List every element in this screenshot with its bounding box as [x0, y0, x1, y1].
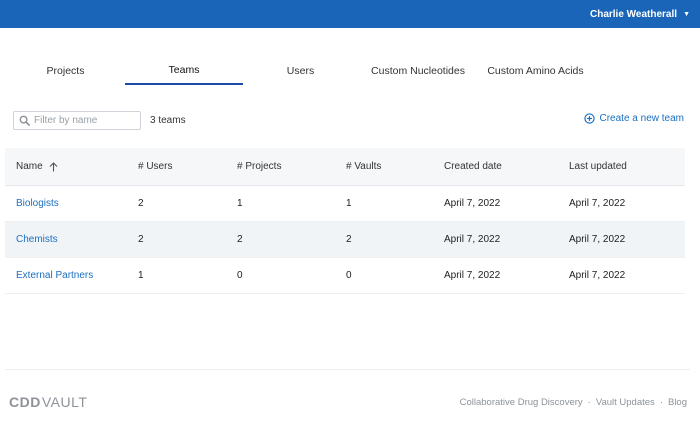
tab-label: Projects [46, 64, 85, 77]
column-header-last-updated[interactable]: Last updated [569, 148, 627, 185]
footer-link-collaborative-drug-discovery[interactable]: Collaborative Drug Discovery [460, 397, 583, 408]
tab-projects[interactable]: Projects [18, 56, 113, 85]
team-count: 3 teams [150, 115, 186, 126]
vaults-count: 0 [346, 270, 352, 281]
tab-custom-amino-acids[interactable]: Custom Amino Acids [478, 56, 593, 85]
cdd-vault-logo: CDD VAULT [9, 394, 87, 410]
footer-link-vault-updates[interactable]: Vault Updates [596, 397, 655, 408]
last-updated: April 7, 2022 [569, 198, 626, 209]
table-row: Biologists 2 1 1 April 7, 2022 April 7, … [5, 186, 685, 222]
logo-vault: VAULT [41, 394, 88, 410]
column-label: Name [16, 161, 43, 172]
team-name-link[interactable]: Biologists [16, 186, 59, 221]
sort-ascending-icon [49, 161, 58, 172]
column-header-users[interactable]: # Users [138, 148, 172, 185]
users-count: 2 [138, 198, 144, 209]
last-updated: April 7, 2022 [569, 234, 626, 245]
user-name: Charlie Weatherall [589, 8, 678, 20]
create-team-label: Create a new team [599, 113, 685, 124]
footer-separator: · [587, 397, 591, 408]
column-header-vaults[interactable]: # Vaults [346, 148, 381, 185]
column-header-projects[interactable]: # Projects [237, 148, 281, 185]
tab-teams[interactable]: Teams [125, 56, 243, 85]
vaults-count: 1 [346, 198, 352, 209]
footer-links: Collaborative Drug Discovery · Vault Upd… [460, 397, 687, 408]
user-menu[interactable]: Charlie Weatherall ▼ [590, 0, 690, 28]
footer-link-blog[interactable]: Blog [668, 397, 687, 408]
users-count: 1 [138, 270, 144, 281]
create-team-button[interactable]: Create a new team [583, 113, 685, 124]
team-name-link[interactable]: Chemists [16, 222, 58, 257]
filter-field[interactable] [13, 111, 141, 130]
vaults-count: 2 [346, 234, 352, 245]
tab-label: Custom Amino Acids [487, 64, 584, 77]
column-header-created-date[interactable]: Created date [444, 148, 502, 185]
users-count: 2 [138, 234, 144, 245]
created-date: April 7, 2022 [444, 270, 501, 281]
add-circle-icon [583, 113, 595, 124]
table-row: Chemists 2 2 2 April 7, 2022 April 7, 20… [5, 222, 685, 258]
tab-label: Users [286, 64, 315, 77]
projects-count: 2 [237, 234, 243, 245]
footer-separator: · [659, 397, 663, 408]
top-bar: Charlie Weatherall ▼ [0, 0, 700, 28]
team-name-link[interactable]: External Partners [16, 258, 93, 293]
tab-label: Teams [168, 63, 200, 76]
created-date: April 7, 2022 [444, 198, 501, 209]
tab-bar: Projects Teams Users Custom Nucleotides … [8, 56, 692, 86]
last-updated: April 7, 2022 [569, 270, 626, 281]
tab-custom-nucleotides[interactable]: Custom Nucleotides [363, 56, 473, 85]
search-icon [19, 115, 30, 126]
column-header-name[interactable]: Name [16, 148, 58, 185]
logo-cdd: CDD [9, 394, 41, 410]
filter-input[interactable] [34, 115, 134, 126]
projects-count: 0 [237, 270, 243, 281]
tab-label: Custom Nucleotides [371, 64, 465, 77]
chevron-down-icon: ▼ [683, 10, 690, 18]
created-date: April 7, 2022 [444, 234, 501, 245]
footer-divider [5, 369, 690, 370]
table-header: Name # Users # Projects # Vaults Created… [5, 148, 685, 186]
tab-users[interactable]: Users [253, 56, 348, 85]
teams-table: Name # Users # Projects # Vaults Created… [5, 148, 685, 294]
projects-count: 1 [237, 198, 243, 209]
table-row: External Partners 1 0 0 April 7, 2022 Ap… [5, 258, 685, 294]
